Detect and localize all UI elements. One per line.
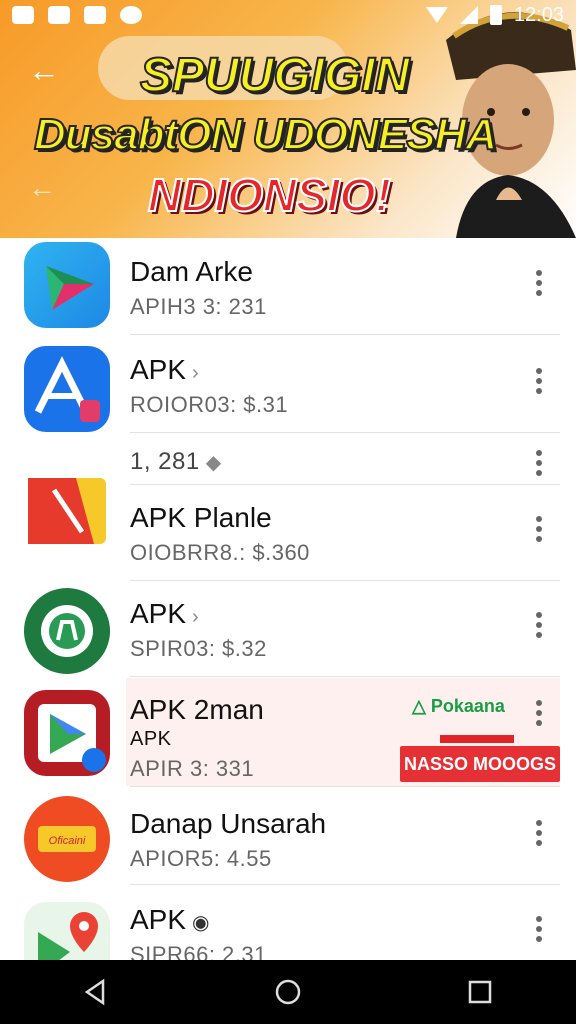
app-name-row-1[interactable]: APK › [130,354,199,386]
overflow-menu-icon[interactable] [532,700,546,726]
app-subtitle: APIR 3: 331 [130,756,255,781]
wifi-icon [425,7,448,23]
app-subtitle: APIOR5: 4.55 [130,846,272,871]
count-label: 1, 281 ◆ [130,448,222,476]
app-name[interactable]: APK Planle [130,502,272,534]
app-subtitle: ROIOR03: $.31 [130,392,289,417]
shield-icon: ◆ [205,452,222,474]
home-nav-icon[interactable] [273,977,303,1007]
app-subtitle: OIOBRR8.: $.360 [130,540,310,565]
count-text: 1, 281 [130,448,200,475]
sync-badge-icon: ◉ [192,912,210,934]
signal-icon [459,6,478,24]
svg-text:Oficaini: Oficaini [49,835,86,847]
blue-a-icon[interactable] [24,346,110,432]
app-name-row-7[interactable]: APK ◉ [130,904,209,936]
banner-title-line3: NDIONSIO! [147,168,392,222]
app-subtitle: APIH3 3: 231 [130,294,267,319]
app-subtitle: SIPR66: 2.31 [130,942,267,960]
overflow-menu-icon[interactable] [532,916,546,942]
play-store-icon[interactable] [24,690,110,776]
divider [130,484,560,485]
secondary-back-icon[interactable]: ← [28,172,56,204]
clock: 12:03 [513,3,564,26]
map-pin-icon[interactable] [24,902,110,960]
red-yellow-icon[interactable] [24,470,110,556]
divider [130,580,560,581]
banner-title-line1: SPUUGIGIN [139,48,410,103]
promo-banner: ← ← SPUUGIGIN DusabtON UDONESHA NDIONSIO… [0,0,576,238]
promo-bar [440,735,514,743]
app-name-text: APK [130,904,187,935]
overflow-menu-icon[interactable] [532,270,546,296]
leaf-icon: △ [412,696,431,716]
app-name-text: APK [130,598,187,629]
navigation-bar [0,960,576,1024]
divider [130,432,560,433]
recents-nav-icon[interactable] [465,977,495,1007]
overflow-menu-icon[interactable] [532,820,546,846]
back-nav-icon[interactable] [81,977,111,1007]
sound-icon: › [192,362,199,384]
divider [130,334,560,335]
app-name[interactable]: Dam Arke [130,256,253,288]
overflow-menu-icon[interactable] [532,516,546,542]
divider [130,884,560,885]
sound-icon: › [192,606,199,628]
battery-icon [489,5,502,25]
overflow-menu-icon[interactable] [532,450,546,476]
divider [130,786,560,787]
promo-button[interactable]: NASSO MOOOGS [400,746,560,782]
overflow-menu-icon[interactable] [532,368,546,394]
app-subtitle-2: APK [130,728,172,750]
green-gear-icon[interactable] [24,588,110,674]
app-name[interactable]: APK 2man [130,694,264,726]
promo-tag: △ Pokaana [412,696,505,717]
app-list: Dam Arke APIH3 3: 231 APK › ROIOR03: $.31… [0,238,576,960]
promo-tag-text: Pokaana [430,696,505,716]
app-name-row-4[interactable]: APK › [130,598,199,630]
notification-icon [84,6,106,24]
overflow-menu-icon[interactable] [532,612,546,638]
status-bar: 12:03 [0,0,576,30]
back-arrow-icon[interactable]: ← [28,52,60,89]
gallery-icon [48,6,70,24]
divider [130,676,560,677]
app-name-text: APK [130,354,187,385]
sync-icon [120,6,142,24]
banner-title-line2: DusabtON UDONESHA [33,109,498,160]
orange-circle-icon[interactable]: Oficaini [24,796,110,882]
app-subtitle: SPIR03: $.32 [130,636,267,661]
app-name[interactable]: Danap Unsarah [130,808,326,840]
mail-icon [12,6,34,24]
green-triangle-icon[interactable] [24,242,110,328]
